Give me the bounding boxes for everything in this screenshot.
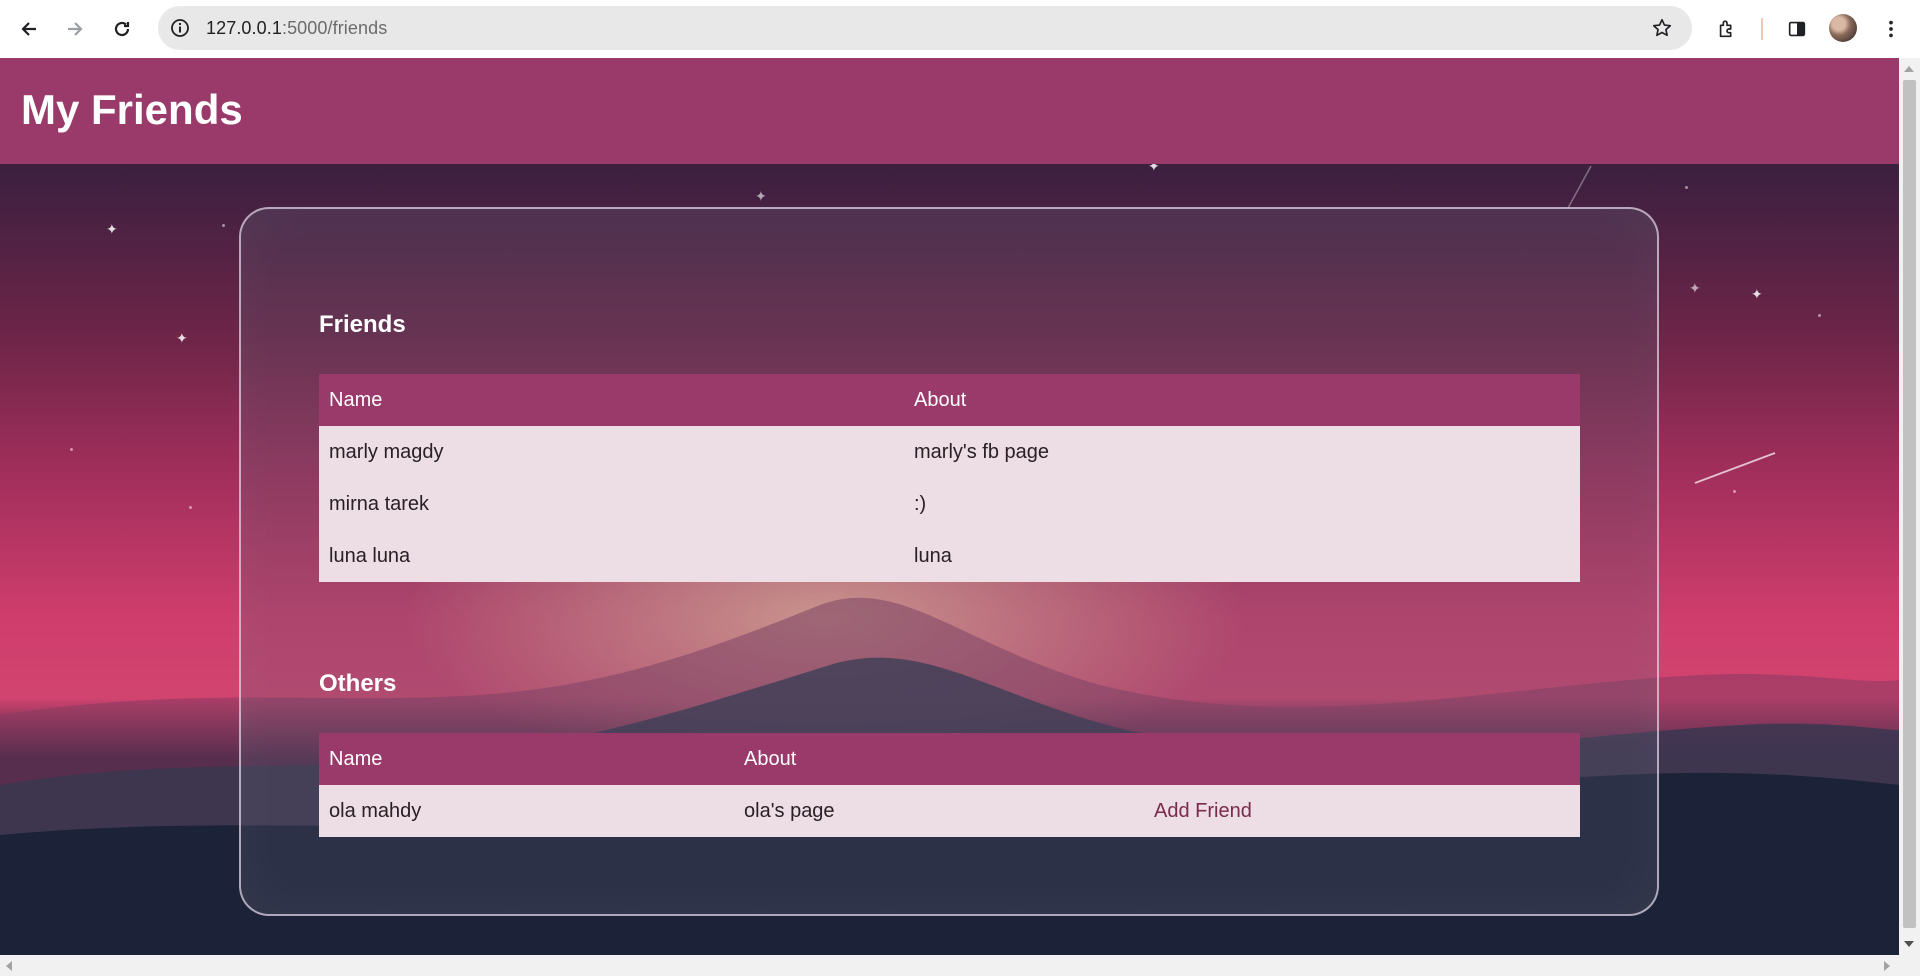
friends-card: Friends Name About marly magdy marly's f… [239,207,1659,916]
reload-button[interactable] [105,12,139,46]
browser-menu-icon[interactable] [1874,12,1908,46]
browser-toolbar: 127.0.0.1:5000/friends [0,0,1920,58]
scroll-down-arrow-icon[interactable] [1904,941,1914,947]
profile-avatar[interactable] [1829,14,1857,42]
friend-about: marly's fb page [904,426,1580,478]
bookmark-star-icon[interactable] [1650,16,1674,40]
table-row: ola mahdy ola's page Add Friend [319,785,1580,837]
friend-name: luna luna [319,530,904,582]
vertical-scrollbar[interactable] [1899,58,1920,955]
star-decoration: ✦ [106,221,118,237]
star-dot [222,224,225,227]
shooting-star-decoration [1567,165,1592,209]
friend-about: :) [904,478,1580,530]
table-header-row: Name About [319,374,1580,426]
url-host: 127.0.0.1 [206,18,282,38]
vertical-scroll-thumb[interactable] [1903,80,1916,928]
friend-name: marly magdy [319,426,904,478]
star-dot [1733,490,1736,493]
other-about: ola's page [734,785,1144,837]
extensions-icon[interactable] [1710,12,1744,46]
horizontal-scrollbar[interactable] [0,955,1920,976]
page-viewport: ✦ ✦ ✦ ✦ ✦ ✦ My Friends Friends Name Abou… [0,58,1899,955]
shooting-star-decoration [1694,452,1776,484]
reload-icon [114,21,130,37]
page-title: My Friends [21,86,243,133]
star-dot [189,506,192,509]
friends-section-title: Friends [319,311,406,338]
star-decoration: ✦ [1751,286,1763,302]
column-header-action [1144,733,1580,785]
add-friend-link[interactable]: Add Friend [1154,800,1252,822]
column-header-about: About [904,374,1580,426]
others-table: Name About ola mahdy ola's page Add Frie… [319,733,1580,837]
table-row: marly magdy marly's fb page [319,426,1580,478]
others-section-title: Others [319,670,397,697]
column-header-name: Name [319,374,904,426]
site-info-icon[interactable] [168,16,192,40]
column-header-about: About [734,733,1144,785]
address-bar[interactable]: 127.0.0.1:5000/friends [158,6,1692,50]
star-decoration: ✦ [176,330,188,346]
friends-table: Name About marly magdy marly's fb page m… [319,374,1580,582]
scroll-up-arrow-icon[interactable] [1904,66,1914,72]
url-text: 127.0.0.1:5000/friends [206,18,387,39]
back-arrow-icon [21,22,36,36]
star-decoration: ✦ [755,188,767,204]
table-row: luna luna luna [319,530,1580,582]
toolbar-separator [1761,18,1763,40]
side-panel-icon[interactable] [1780,12,1814,46]
table-row: mirna tarek :) [319,478,1580,530]
url-path: :5000/friends [281,18,388,38]
back-button[interactable] [12,12,46,46]
scroll-left-arrow-icon[interactable] [6,961,12,971]
column-header-name: Name [319,733,734,785]
friend-about: luna [904,530,1580,582]
table-header-row: Name About [319,733,1580,785]
star-dot [1818,314,1821,317]
forward-arrow-icon [68,22,83,36]
add-friend-cell: Add Friend [1144,785,1580,837]
site-header: My Friends [0,58,1899,164]
star-dot [1685,186,1688,189]
forward-button[interactable] [58,12,92,46]
friend-name: mirna tarek [319,478,904,530]
scroll-right-arrow-icon[interactable] [1884,961,1890,971]
other-name: ola mahdy [319,785,734,837]
star-dot [70,448,73,451]
star-decoration: ✦ [1689,280,1701,296]
